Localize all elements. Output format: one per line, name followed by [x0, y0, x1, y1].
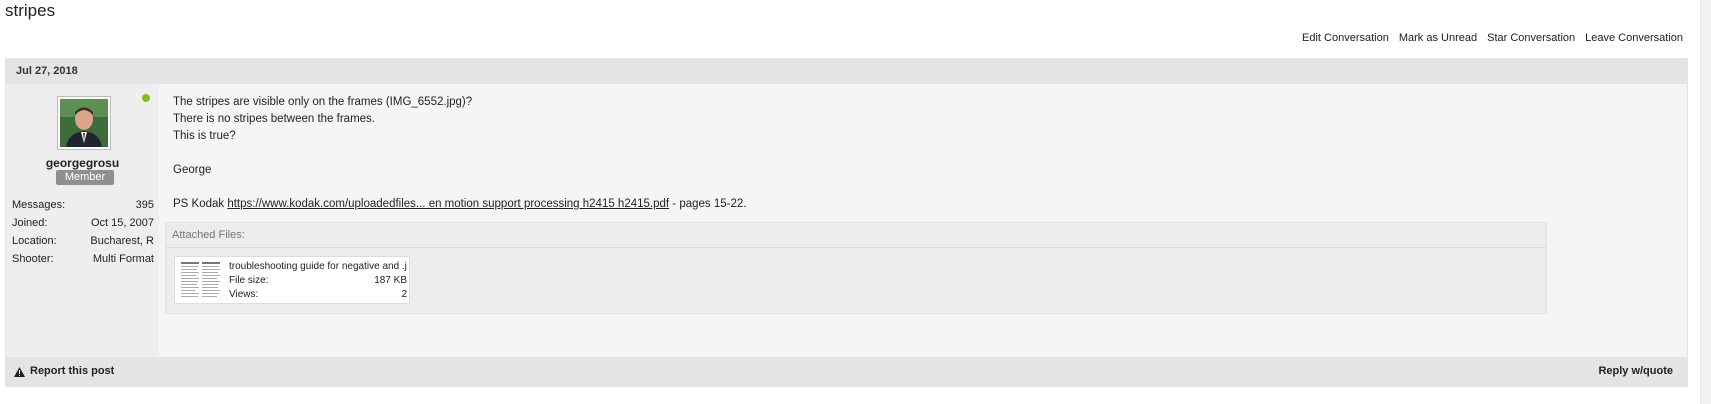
message-body: The stripes are visible only on the fram… [159, 84, 1687, 357]
conversation-actions: Edit Conversation Mark as Unread Star Co… [1302, 32, 1683, 44]
star-conversation-link[interactable]: Star Conversation [1487, 32, 1575, 44]
avatar-image [60, 99, 108, 147]
attachment-thumbnail[interactable] [180, 261, 222, 301]
kodak-pdf-link[interactable]: https://www.kodak.com/uploadedfiles... e… [227, 198, 669, 210]
views-label: Views: [229, 289, 259, 300]
mark-unread-link[interactable]: Mark as Unread [1399, 32, 1477, 44]
attachment-name-link[interactable]: troubleshooting guide for negative and .… [229, 260, 407, 274]
stat-label: Location: [12, 235, 57, 247]
user-title-badge: Member [56, 170, 114, 185]
message-line: The stripes are visible only on the fram… [173, 96, 473, 108]
stat-joined: Joined: Oct 15, 2007 [12, 214, 154, 232]
message-ps-line: PS Kodak https://www.kodak.com/uploadedf… [173, 196, 746, 213]
attachment-card[interactable]: troubleshooting guide for negative and .… [174, 256, 410, 304]
ps-prefix: PS Kodak [173, 198, 228, 210]
user-stats: Messages: 395 Joined: Oct 15, 2007 Locat… [12, 196, 154, 268]
edit-conversation-link[interactable]: Edit Conversation [1302, 32, 1389, 44]
user-info-panel: georgegrosu Member Messages: 395 Joined:… [6, 84, 159, 357]
post-date: Jul 27, 2018 [6, 59, 1687, 84]
ps-suffix: - pages 15-22. [669, 198, 747, 210]
stat-value: Oct 15, 2007 [91, 217, 154, 229]
file-size-value: 187 KB [374, 275, 407, 286]
message-post: Jul 27, 2018 georgegrosu Member Messages… [5, 58, 1688, 387]
document-thumbnail-icon [180, 261, 222, 301]
post-footer: Report this post Reply w/quote [6, 357, 1687, 386]
views-value: 2 [401, 289, 407, 300]
warning-icon [14, 366, 25, 377]
message-line: This is true? [173, 130, 236, 142]
stat-value[interactable]: Bucharest, R [90, 232, 154, 250]
leave-conversation-link[interactable]: Leave Conversation [1585, 32, 1683, 44]
stat-shooter: Shooter: Multi Format [12, 250, 154, 268]
attached-files-section: Attached Files: troubleshooting guide fo… [165, 222, 1547, 314]
page-title: stripes [5, 1, 56, 20]
report-post-link[interactable]: Report this post [14, 357, 114, 386]
stat-label: Messages: [12, 199, 66, 211]
stat-value: Multi Format [92, 253, 154, 265]
page-scrollbar[interactable] [1700, 0, 1711, 404]
report-post-label: Report this post [30, 365, 115, 377]
stat-value[interactable]: 395 [136, 196, 154, 214]
reply-with-quote-button[interactable]: Reply w/quote [1598, 357, 1673, 386]
attachment-info: troubleshooting guide for negative and .… [229, 260, 407, 302]
file-size-label: File size: [229, 275, 269, 286]
message-text: The stripes are visible only on the fram… [173, 94, 746, 213]
online-status-indicator [142, 94, 150, 102]
stat-messages: Messages: 395 [12, 196, 154, 214]
stat-label: Joined: [12, 217, 48, 229]
attached-files-header: Attached Files: [166, 223, 1546, 248]
stat-label: Shooter: [12, 253, 54, 265]
avatar[interactable] [57, 96, 111, 150]
message-signature: George [173, 164, 212, 176]
message-line: There is no stripes between the frames. [173, 113, 375, 125]
username[interactable]: georgegrosu [6, 156, 159, 170]
stat-location: Location: Bucharest, R [12, 232, 154, 250]
